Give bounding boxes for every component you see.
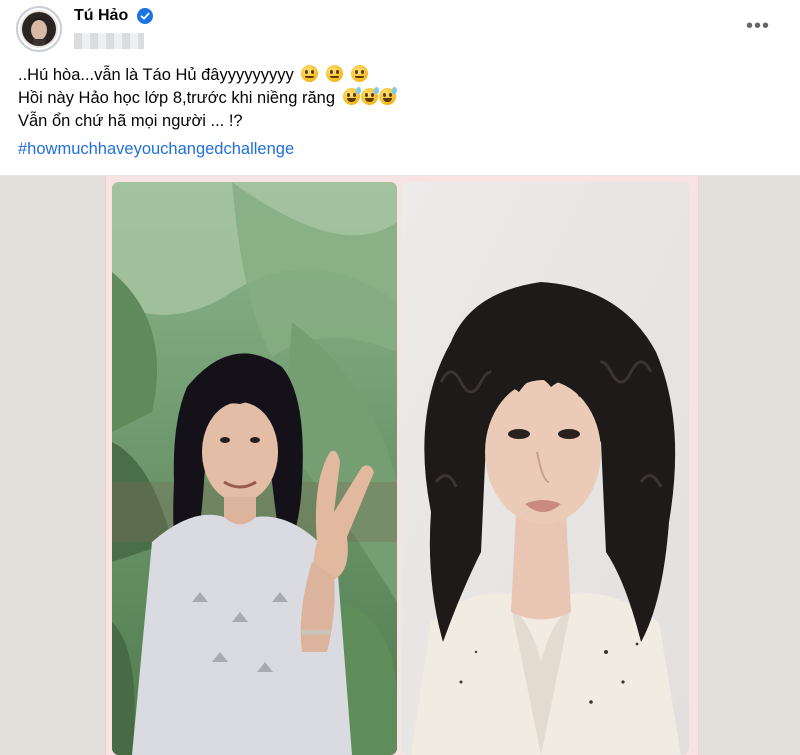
now-photo[interactable] xyxy=(401,182,689,755)
grinning-sweat-face-emoji xyxy=(378,87,397,105)
post-line-2-text: Hồi này Hảo học lớp 8,trước khi niềng ră… xyxy=(18,89,336,107)
post-line-3-text: Vẫn ổn chứ hã mọi người ... !? xyxy=(18,112,243,130)
then-photo[interactable] xyxy=(112,182,397,755)
slightly-smiling-face-emoji xyxy=(325,65,343,82)
post-line-3: Vẫn ổn chứ hã mọi người ... !? xyxy=(18,110,778,133)
post-hashtag-line: #howmuchhaveyouchangedchallenge xyxy=(18,138,778,161)
grinning-sweat-face-emoji xyxy=(360,87,379,105)
author-name[interactable]: Tú Hảo xyxy=(74,6,128,26)
post-line-1: ..Hú hòa...vẫn là Táo Hủ đâyyyyyyyyy xyxy=(18,64,778,87)
author-avatar[interactable] xyxy=(16,6,62,52)
post-text: ..Hú hòa...vẫn là Táo Hủ đâyyyyyyyyy Hồi… xyxy=(18,64,778,161)
post-header: Tú Hảo ••• ..Hú hòa...vẫn là Táo Hủ đâyy… xyxy=(0,0,800,176)
grinning-sweat-face-emoji xyxy=(342,87,361,105)
post-line-2: Hồi này Hảo học lớp 8,trước khi niềng ră… xyxy=(18,87,778,110)
post-timestamp-redacted xyxy=(74,33,144,49)
verified-badge-icon xyxy=(137,8,153,24)
more-options-icon[interactable]: ••• xyxy=(742,14,774,38)
slightly-smiling-face-emoji xyxy=(301,65,319,82)
post-line-1-text: ..Hú hòa...vẫn là Táo Hủ đâyyyyyyyyy xyxy=(18,66,294,84)
slightly-smiling-face-emoji xyxy=(350,65,368,82)
hashtag-link[interactable]: #howmuchhaveyouchangedchallenge xyxy=(18,140,294,158)
